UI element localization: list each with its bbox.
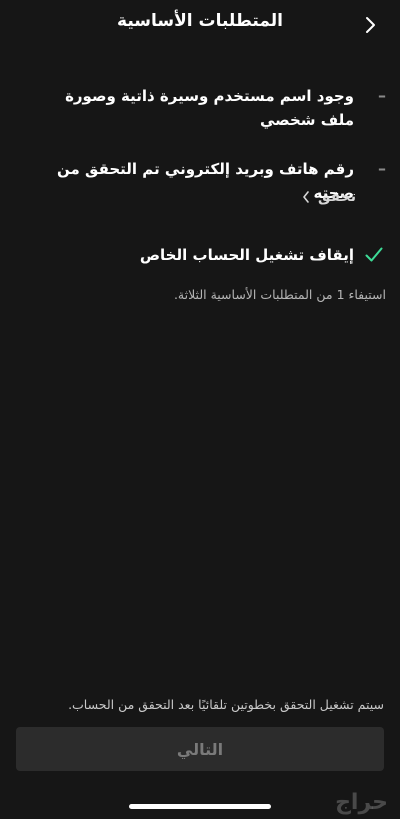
status-note: استيفاء 1 من المتطلبات الأساسية الثلاثة. <box>173 287 386 302</box>
chevron-left-icon <box>303 191 309 203</box>
requirement-text: إيقاف تشغيل الحساب الخاص <box>139 246 354 264</box>
next-button[interactable]: التالي <box>16 727 384 771</box>
dash-icon: – <box>378 86 386 105</box>
checkmark-icon <box>362 243 386 267</box>
verify-link-label: تحقق <box>317 189 356 205</box>
watermark-logo: حراج <box>335 790 388 815</box>
header: المتطلبات الأساسية <box>0 0 400 48</box>
footer-note: سيتم تشغيل التحقق بخطوتين تلقائيًا بعد ا… <box>68 697 384 712</box>
page-title: المتطلبات الأساسية <box>117 11 283 31</box>
requirement-item-private-account: إيقاف تشغيل الحساب الخاص <box>26 243 386 267</box>
requirement-text: وجود اسم مستخدم وسيرة ذاتية وصورة ملف شخ… <box>65 87 354 129</box>
dash-icon: – <box>378 159 386 178</box>
verify-link[interactable]: تحقق <box>302 189 356 205</box>
requirement-item-profile: – وجود اسم مستخدم وسيرة ذاتية وصورة ملف … <box>56 84 386 132</box>
home-indicator[interactable] <box>129 804 271 809</box>
